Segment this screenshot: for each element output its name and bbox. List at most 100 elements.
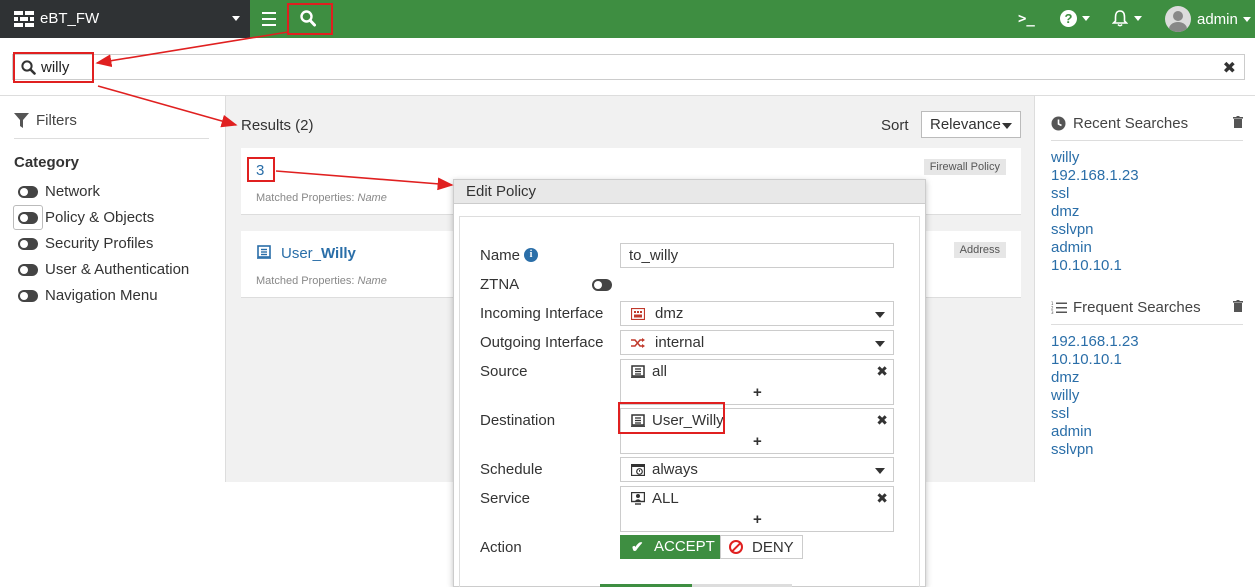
accept-label: ACCEPT <box>654 538 715 555</box>
recent-search-link[interactable]: ssl <box>1051 185 1069 202</box>
filter-icon <box>14 113 29 128</box>
filter-label: Network <box>45 183 101 200</box>
help-icon[interactable]: ? <box>1060 10 1077 27</box>
schedule-select[interactable]: always <box>620 457 894 482</box>
check-icon: ✔ <box>631 539 644 556</box>
deny-button[interactable]: DENY <box>720 535 803 559</box>
service-icon <box>631 492 645 505</box>
shuffle-icon <box>631 338 645 348</box>
remove-icon[interactable]: ✖ <box>876 490 888 507</box>
result-highlight <box>247 157 275 182</box>
recent-search-link[interactable]: willy <box>1051 149 1079 166</box>
focus-outline <box>13 205 43 230</box>
frequent-search-link[interactable]: dmz <box>1051 369 1079 386</box>
schedule-label: Schedule <box>480 461 543 478</box>
frequent-searches-header: 1 2 3 Frequent Searches <box>1051 297 1243 325</box>
chevron-down-icon <box>1002 123 1012 129</box>
clear-icon[interactable]: ✖ <box>1223 58 1236 78</box>
search-input[interactable] <box>41 57 1191 77</box>
incoming-value: dmz <box>655 305 684 322</box>
incoming-interface-label: Incoming Interface <box>480 305 604 322</box>
deny-label: DENY <box>752 539 794 556</box>
frequent-search-link[interactable]: ssl <box>1051 405 1069 422</box>
frequent-search-link[interactable]: admin <box>1051 423 1092 440</box>
global-search-field[interactable]: ✖ <box>12 54 1245 80</box>
svg-text:3: 3 <box>1051 310 1054 314</box>
add-icon[interactable]: + <box>753 433 762 450</box>
toggle-switch[interactable] <box>18 186 38 198</box>
accept-button[interactable]: ✔ ACCEPT <box>620 535 720 559</box>
bell-icon[interactable] <box>1112 10 1128 27</box>
device-name: eBT_FW <box>40 10 100 27</box>
frequent-search-link[interactable]: sslvpn <box>1051 441 1094 458</box>
recent-search-link[interactable]: dmz <box>1051 203 1079 220</box>
address-icon <box>257 245 271 259</box>
filters-header: Filters <box>14 111 209 139</box>
chevron-down-icon <box>875 468 885 474</box>
clock-icon <box>1051 116 1066 131</box>
matched-properties: Matched Properties: Name <box>256 192 387 204</box>
recent-search-link[interactable]: 10.10.10.1 <box>1051 257 1122 274</box>
recent-search-link[interactable]: 192.168.1.23 <box>1051 167 1139 184</box>
user-menu[interactable]: admin <box>1197 11 1238 28</box>
frequent-search-link[interactable]: 10.10.10.1 <box>1051 351 1122 368</box>
dialog-title: Edit Policy <box>466 183 537 200</box>
search-row: ✖ <box>0 38 1255 96</box>
source-value: all <box>652 363 668 380</box>
service-value: ALL <box>652 490 679 507</box>
fortinet-logo-icon <box>14 11 34 27</box>
ztna-label: ZTNA <box>480 276 520 293</box>
source-label: Source <box>480 363 528 380</box>
trash-icon[interactable] <box>1233 300 1243 312</box>
chevron-down-icon <box>1082 16 1090 21</box>
search-history-panel: Recent Searches willy 192.168.1.23 ssl d… <box>1036 96 1255 587</box>
add-icon[interactable]: + <box>753 384 762 401</box>
name-label: Name <box>480 247 521 264</box>
source-field[interactable]: all ✖ + <box>620 359 894 405</box>
incoming-interface-select[interactable]: dmz <box>620 301 894 326</box>
search-input-highlight <box>13 52 94 83</box>
trash-icon[interactable] <box>1233 116 1243 128</box>
destination-highlight <box>618 402 725 434</box>
action-label: Action <box>480 539 522 556</box>
frequent-search-link[interactable]: willy <box>1051 387 1079 404</box>
toggle-switch[interactable] <box>18 238 38 250</box>
chevron-down-icon <box>875 341 885 347</box>
sort-select[interactable]: Relevance <box>921 111 1021 138</box>
sort-value: Relevance <box>930 116 1001 133</box>
frequent-search-link[interactable]: 192.168.1.23 <box>1051 333 1139 350</box>
outgoing-interface-select[interactable]: internal <box>620 330 894 355</box>
filter-label: Policy & Objects <box>45 209 155 226</box>
device-selector[interactable]: eBT_FW <box>0 0 250 38</box>
schedule-icon <box>631 464 645 476</box>
address-icon <box>631 365 645 378</box>
list-icon: 1 2 3 <box>1051 301 1067 314</box>
chevron-down-icon <box>1243 17 1251 22</box>
service-field[interactable]: ALL ✖ + <box>620 486 894 532</box>
ztna-toggle[interactable] <box>592 279 612 291</box>
dialog-header: Edit Policy <box>454 180 925 204</box>
schedule-value: always <box>652 461 698 478</box>
avatar[interactable] <box>1165 6 1191 32</box>
toggle-switch[interactable] <box>18 264 38 276</box>
name-field[interactable]: to_willy <box>620 243 894 268</box>
result-title-link[interactable]: User_Willy <box>281 245 356 262</box>
add-icon[interactable]: + <box>753 511 762 528</box>
recent-searches-title: Recent Searches <box>1073 115 1189 132</box>
recent-search-link[interactable]: admin <box>1051 239 1092 256</box>
destination-label: Destination <box>480 412 556 429</box>
remove-icon[interactable]: ✖ <box>876 363 888 380</box>
category-title: Category <box>14 154 80 171</box>
dmz-interface-icon <box>631 308 645 320</box>
toggle-switch[interactable] <box>18 290 38 302</box>
outgoing-value: internal <box>655 334 705 351</box>
recent-search-link[interactable]: sslvpn <box>1051 221 1094 238</box>
type-badge: Address <box>953 242 1006 258</box>
remove-icon[interactable]: ✖ <box>876 412 888 429</box>
frequent-searches-title: Frequent Searches <box>1073 299 1201 316</box>
menu-icon[interactable] <box>262 12 276 26</box>
cli-console-icon[interactable]: >_ <box>1018 11 1035 27</box>
info-icon[interactable]: i <box>524 248 538 262</box>
outgoing-interface-label: Outgoing Interface <box>480 334 604 351</box>
results-title: Results (2) <box>241 117 314 134</box>
